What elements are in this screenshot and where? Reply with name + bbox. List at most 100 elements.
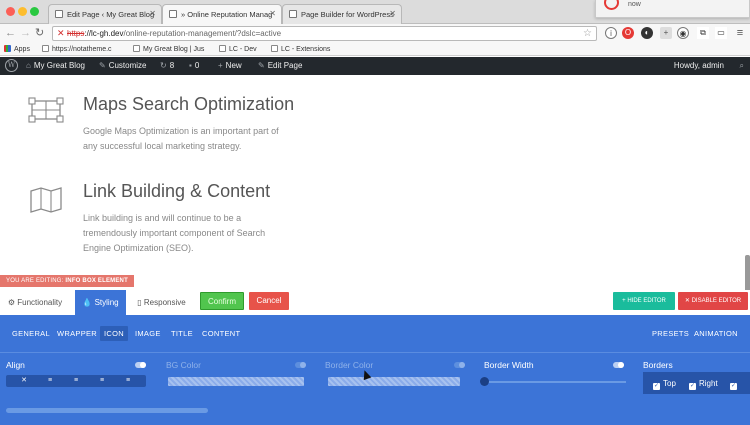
plus-icon: + — [622, 298, 626, 304]
subtab-content[interactable]: CONTENT — [202, 329, 240, 338]
wp-admin-bar: W ⌂ My Great Blog ✎ Customize ↻ 8 ▪ 0 + New ✎… — [0, 57, 750, 75]
browser-tab-active[interactable]: » Online Reputation Manag ✕ — [162, 4, 282, 24]
close-icon: ✕ — [684, 298, 690, 304]
screen-extension-icon[interactable]: ▭ — [715, 27, 727, 39]
option-subnav: GENERAL WRAPPER ICON IMAGE TITLE CONTENT… — [0, 315, 750, 352]
align-right-icon[interactable]: ≡ — [90, 375, 114, 387]
forward-arrow-icon[interactable]: → — [20, 27, 31, 39]
bookmark-item[interactable]: https://notatheme.c — [42, 45, 112, 53]
site-name-link[interactable]: ⌂ My Great Blog — [26, 61, 85, 70]
confirm-button[interactable]: Confirm — [200, 292, 244, 310]
updates-link[interactable]: ↻ 8 — [160, 61, 174, 70]
page-favicon-icon — [55, 10, 63, 18]
menu-icon[interactable]: ≡ — [734, 27, 746, 39]
browser-tab-title: Edit Page ‹ My Great Blog — [67, 10, 155, 19]
tab-functionality[interactable]: ⚙ Functionality — [0, 290, 70, 315]
wordpress-logo-icon[interactable]: W — [5, 59, 18, 72]
account-menu[interactable]: Howdy, admin — [674, 61, 724, 70]
align-justify-icon[interactable]: ≡ — [116, 375, 140, 387]
dark-extension-icon[interactable]: ◐ — [641, 27, 653, 39]
url-protocol: https — [67, 29, 85, 38]
bookmark-star-icon[interactable]: ☆ — [583, 27, 592, 40]
align-none-button[interactable]: ✕ — [12, 375, 36, 387]
feature-title: Link Building & Content — [83, 181, 271, 201]
bookmarks-bar: Apps https://notatheme.c My Great Blog |… — [0, 43, 750, 56]
border-right-checkbox[interactable]: ✓ Right — [689, 379, 718, 390]
comments-link[interactable]: ▪ 0 — [189, 61, 199, 70]
plus-extension-icon[interactable]: + — [660, 27, 672, 39]
bg-color-input[interactable] — [168, 377, 304, 386]
url-input[interactable]: ✕ https://lc-gh.dev/online-reputation-ma… — [52, 26, 597, 41]
hide-editor-button[interactable]: + Hide Editor — [613, 292, 675, 310]
checkmark-icon: ✓ — [730, 383, 737, 390]
notification-app-icon — [604, 0, 619, 10]
close-tab-icon[interactable]: ✕ — [389, 9, 396, 18]
border-top-checkbox[interactable]: ✓ Top — [653, 379, 676, 390]
home-icon: ⌂ — [26, 61, 31, 70]
bookmark-folder[interactable]: LC - Extensions — [271, 45, 330, 53]
tab-responsive[interactable]: ▯ Responsive — [130, 290, 193, 315]
pencil-icon: ✎ — [258, 61, 265, 70]
opera-extension-icon[interactable]: O — [622, 27, 634, 39]
browser-tab-title: » Online Reputation Manag — [181, 10, 273, 19]
insecure-lock-icon[interactable]: ✕ — [57, 27, 65, 40]
borders-checkbox-group: ✓ Top ✓ Right ✓ — [643, 372, 750, 394]
browser-tab[interactable]: Edit Page ‹ My Great Blog ✕ — [48, 4, 162, 24]
bg-color-toggle[interactable] — [295, 362, 306, 368]
align-toggle[interactable] — [135, 362, 146, 368]
plus-icon: + — [218, 61, 223, 70]
border-width-slider-handle[interactable] — [480, 377, 489, 386]
browser-tab[interactable]: Page Builder for WordPress ✕ — [282, 4, 402, 24]
bookmark-folder[interactable]: LC - Dev — [219, 45, 257, 53]
maximize-window-button[interactable] — [30, 7, 39, 16]
info-extension-icon[interactable]: i — [605, 27, 617, 39]
search-icon[interactable]: ⌕ — [740, 61, 744, 71]
align-button-group: ✕ ≡ ≡ ≡ ≡ — [6, 375, 146, 387]
border-color-input[interactable] — [328, 377, 460, 386]
page-icon — [42, 45, 49, 52]
bookmark-apps[interactable]: Apps — [4, 45, 30, 53]
tab-styling[interactable]: 💧 Styling — [75, 290, 126, 315]
presets-link[interactable]: PRESETS — [652, 329, 689, 338]
close-tab-icon[interactable]: ✕ — [269, 9, 276, 18]
customize-link[interactable]: ✎ Customize — [99, 61, 147, 70]
border-width-slider-track[interactable] — [486, 381, 626, 383]
align-center-icon[interactable]: ≡ — [64, 375, 88, 387]
feature-title: Maps Search Optimization — [83, 94, 295, 114]
new-content-link[interactable]: + New — [218, 61, 242, 70]
border-width-toggle[interactable] — [613, 362, 624, 368]
back-arrow-icon[interactable]: ← — [5, 27, 16, 39]
subtab-title[interactable]: TITLE — [171, 329, 193, 338]
checkmark-icon: ✓ — [653, 383, 660, 390]
folder-icon — [219, 45, 226, 52]
align-left-icon[interactable]: ≡ — [38, 375, 62, 387]
options-horizontal-scrollbar[interactable] — [6, 408, 208, 413]
disable-editor-button[interactable]: ✕ Disable Editor — [678, 292, 748, 310]
feature-text: Google Maps Optimization is an important… — [83, 126, 279, 151]
map-grid-icon — [28, 97, 64, 123]
folded-map-icon — [30, 187, 62, 213]
page-icon — [133, 45, 140, 52]
editing-element-label: You are editing: Info Box Element — [0, 275, 134, 287]
notification-popup[interactable]: now — [595, 0, 750, 18]
globe-extension-icon[interactable]: ◉ — [677, 27, 689, 39]
subtab-general[interactable]: GENERAL — [12, 329, 50, 338]
reload-icon[interactable]: ↻ — [35, 27, 44, 39]
close-window-button[interactable] — [6, 7, 15, 16]
subtab-wrapper[interactable]: WRAPPER — [57, 329, 97, 338]
mobile-icon: ▯ — [137, 298, 142, 307]
close-tab-icon[interactable]: ✕ — [149, 9, 156, 18]
cancel-button[interactable]: Cancel — [249, 292, 289, 310]
minimize-window-button[interactable] — [18, 7, 27, 16]
edit-page-link[interactable]: ✎ Edit Page — [258, 61, 302, 70]
border-bottom-checkbox[interactable]: ✓ — [730, 379, 740, 390]
subtab-icon[interactable]: ICON — [100, 326, 128, 341]
border-color-toggle[interactable] — [454, 362, 465, 368]
browser-tab-title: Page Builder for WordPress — [301, 10, 394, 19]
borders-label: Borders — [643, 360, 673, 370]
animation-link[interactable]: ANIMATION — [694, 329, 738, 338]
bookmark-item[interactable]: My Great Blog | Jus — [133, 45, 204, 53]
resize-extension-icon[interactable]: ⧉ — [697, 27, 709, 39]
brush-icon: ✎ — [99, 61, 106, 70]
subtab-image[interactable]: IMAGE — [135, 329, 161, 338]
